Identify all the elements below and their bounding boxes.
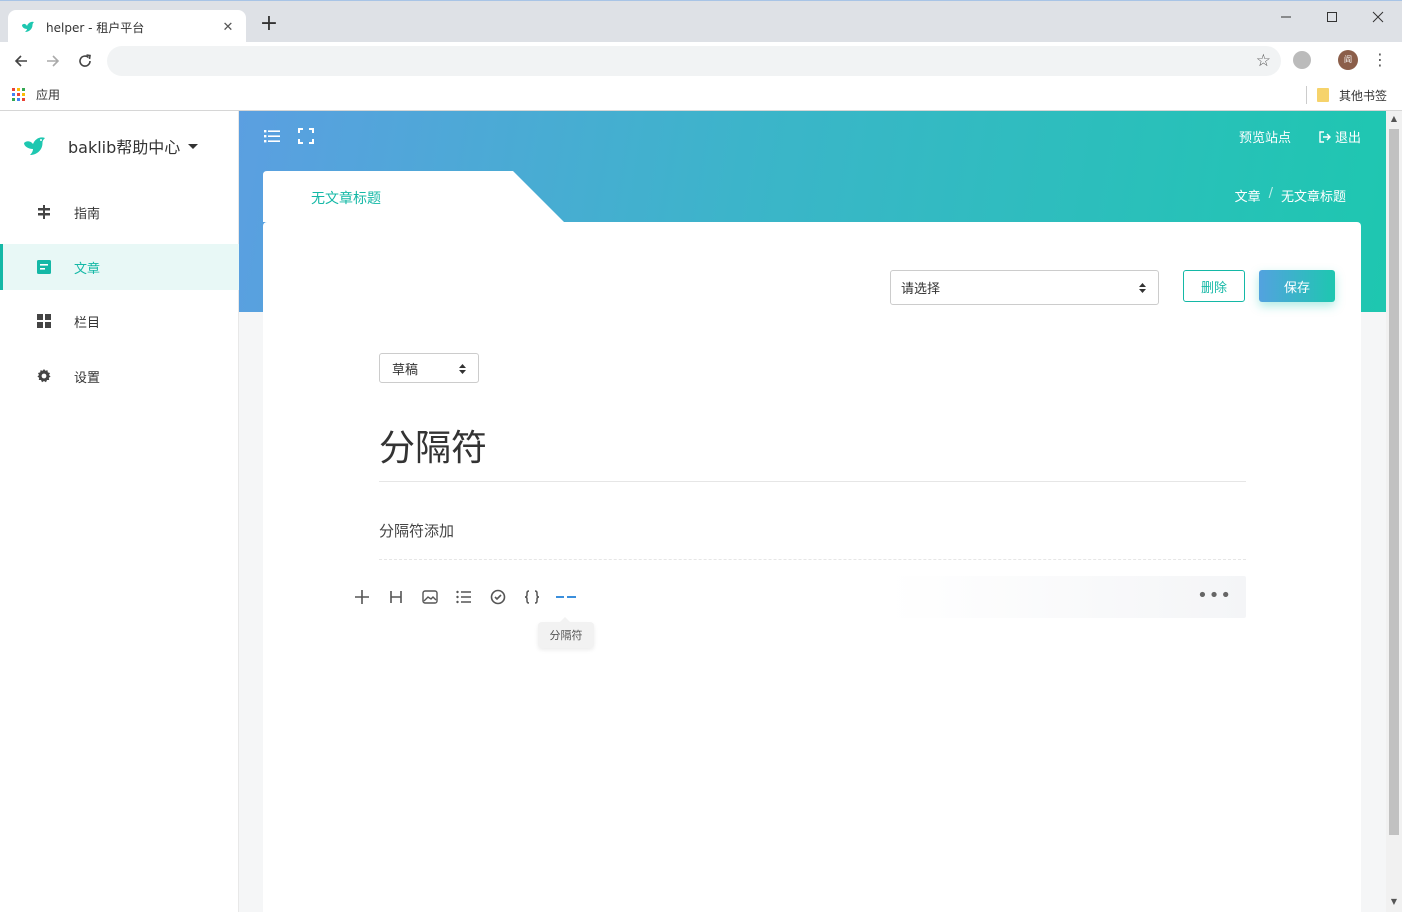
- gear-icon: [36, 368, 52, 384]
- more-options-icon[interactable]: •••: [1197, 586, 1232, 606]
- article-tab-label: 无文章标题: [311, 191, 381, 207]
- window-close-icon[interactable]: [1355, 5, 1401, 29]
- browser-chrome: helper - 租户平台 ✕ + ☆ 阎 ⋮ 应用 其他书签: [0, 0, 1402, 111]
- breadcrumb: 文章 / 无文章标题: [1235, 186, 1346, 205]
- select-arrows-icon: [459, 364, 466, 374]
- apps-grid-icon: [12, 87, 26, 102]
- folder-icon: [1317, 88, 1329, 102]
- article-icon: [36, 259, 52, 275]
- bird-logo-icon: [24, 137, 45, 155]
- channel-select-value: 请选择: [901, 282, 941, 297]
- sidebar-item-label: 文章: [74, 261, 101, 277]
- channel-select[interactable]: 请选择: [890, 270, 1159, 305]
- scroll-up-icon[interactable]: ▲: [1389, 114, 1399, 124]
- code-icon[interactable]: [521, 586, 543, 608]
- browser-menu-icon[interactable]: ⋮: [1372, 48, 1388, 72]
- new-tab-button[interactable]: +: [258, 13, 280, 35]
- block-toolbar: •••: [351, 576, 1246, 618]
- maximize-icon[interactable]: [1309, 5, 1355, 29]
- breadcrumb-current: 无文章标题: [1280, 190, 1346, 205]
- delete-button[interactable]: 删除: [1183, 270, 1245, 302]
- paragraph-block[interactable]: 分隔符添加: [379, 520, 1246, 560]
- status-select-value: 草稿: [392, 362, 419, 378]
- sidebar-item-label: 栏目: [74, 315, 101, 331]
- tab-close-icon[interactable]: ✕: [220, 20, 236, 35]
- globe-extension-icon[interactable]: [1293, 51, 1311, 69]
- list-icon[interactable]: [453, 586, 475, 608]
- sidebar-item-articles[interactable]: 文章: [0, 244, 239, 290]
- logout-label: 退出: [1334, 131, 1361, 146]
- divider-icon[interactable]: [555, 586, 577, 608]
- editor-card: 请选择 删除 保存 草稿 分隔符 分隔符添加 ••• 分隔符: [263, 222, 1361, 912]
- list-toggle-icon[interactable]: [263, 127, 281, 145]
- other-bookmarks-label: 其他书签: [1339, 88, 1388, 103]
- bird-favicon-icon: [22, 21, 34, 32]
- preview-site-link[interactable]: 预览站点: [1239, 127, 1291, 146]
- brand-name: baklib帮助中心: [68, 138, 181, 157]
- heading-icon[interactable]: [385, 586, 407, 608]
- browser-tab[interactable]: helper - 租户平台 ✕: [8, 10, 246, 44]
- logout-link[interactable]: 退出: [1319, 127, 1361, 146]
- sidebar-item-settings[interactable]: 设置: [0, 353, 239, 399]
- page-scrollbar[interactable]: ▲ ▼: [1386, 111, 1402, 912]
- article-tab[interactable]: 无文章标题: [263, 171, 564, 222]
- apps-bookmark[interactable]: 应用: [12, 86, 60, 103]
- checklist-icon[interactable]: [487, 586, 509, 608]
- sidebar-item-label: 设置: [74, 370, 101, 386]
- profile-avatar[interactable]: 阎: [1338, 50, 1358, 70]
- sidebar-item-channels[interactable]: 栏目: [0, 298, 239, 344]
- scrollbar-thumb[interactable]: [1389, 129, 1399, 835]
- breadcrumb-separator: /: [1268, 186, 1273, 201]
- back-icon[interactable]: [9, 50, 33, 72]
- status-select[interactable]: 草稿: [379, 353, 479, 383]
- minimize-icon[interactable]: [1263, 5, 1309, 29]
- document-title-input[interactable]: 分隔符: [379, 426, 1246, 482]
- fullscreen-icon[interactable]: [297, 127, 315, 145]
- tab-shape: [263, 171, 564, 222]
- other-bookmarks[interactable]: 其他书签: [1306, 86, 1387, 104]
- sidebar-item-label: 指南: [74, 206, 101, 222]
- bookmark-star-icon[interactable]: ☆: [1256, 51, 1271, 71]
- grid-icon: [36, 313, 52, 329]
- bookmarks-bar: 应用 其他书签: [0, 80, 1402, 111]
- browser-toolbar: ☆ 阎 ⋮: [0, 42, 1402, 80]
- caret-down-icon: [188, 143, 199, 149]
- logout-icon: [1319, 130, 1331, 143]
- image-icon[interactable]: [419, 586, 441, 608]
- tab-strip: helper - 租户平台 ✕ +: [0, 0, 1402, 44]
- sidebar-item-guide[interactable]: 指南: [0, 189, 239, 235]
- scroll-down-icon[interactable]: ▼: [1389, 897, 1399, 907]
- address-bar[interactable]: ☆: [107, 46, 1281, 76]
- breadcrumb-articles[interactable]: 文章: [1235, 186, 1261, 205]
- divider-tooltip: 分隔符: [538, 617, 594, 648]
- select-arrows-icon: [1139, 283, 1146, 293]
- tab-title: helper - 租户平台: [46, 20, 145, 35]
- save-button[interactable]: 保存: [1259, 270, 1335, 302]
- signpost-icon: [36, 204, 52, 220]
- apps-label: 应用: [36, 88, 61, 102]
- add-block-icon[interactable]: [351, 586, 373, 608]
- reload-icon[interactable]: [73, 50, 97, 72]
- sidebar: baklib帮助中心 指南 文章 栏目 设置: [0, 111, 239, 912]
- brand-switcher[interactable]: baklib帮助中心: [22, 133, 199, 159]
- app: baklib帮助中心 指南 文章 栏目 设置 预览站点 退出 文章 / 无文章标…: [0, 111, 1402, 912]
- main-content: 预览站点 退出 文章 / 无文章标题 无文章标题 请选择 删除 保存 草稿 分隔…: [239, 111, 1386, 912]
- forward-icon[interactable]: [41, 50, 65, 72]
